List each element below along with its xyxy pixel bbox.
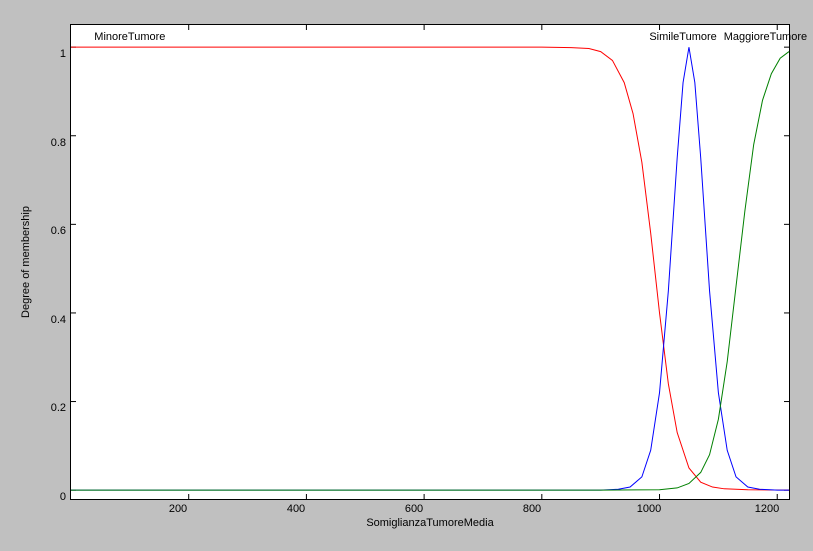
series-line-MaggioreTumore [71,52,789,491]
series-line-SimileTumore [71,47,789,490]
ytick-1: 1 [60,48,66,60]
figure: MinoreTumore SimileTumore MaggioreTumore… [12,12,801,539]
plot-area [71,25,789,499]
ytick-0.8: 0.8 [51,137,66,149]
series-line-MinoreTumore [71,47,789,490]
ytick-0.6: 0.6 [51,225,66,237]
series-label-minore: MinoreTumore [94,31,165,43]
x-axis-label: SomiglianzaTumoreMedia [366,517,493,529]
series-label-maggiore: MaggioreTumore [724,31,807,43]
xtick-1200: 1200 [755,503,779,515]
series-label-simile: SimileTumore [649,31,716,43]
xtick-600: 600 [405,503,423,515]
ytick-0.4: 0.4 [51,314,66,326]
ytick-0: 0 [60,491,66,503]
axes: MinoreTumore SimileTumore MaggioreTumore [70,24,790,500]
ytick-0.2: 0.2 [51,402,66,414]
xtick-400: 400 [287,503,305,515]
xtick-800: 800 [523,503,541,515]
y-axis-label: Degree of membership [20,206,32,318]
xtick-200: 200 [169,503,187,515]
xtick-1000: 1000 [637,503,661,515]
